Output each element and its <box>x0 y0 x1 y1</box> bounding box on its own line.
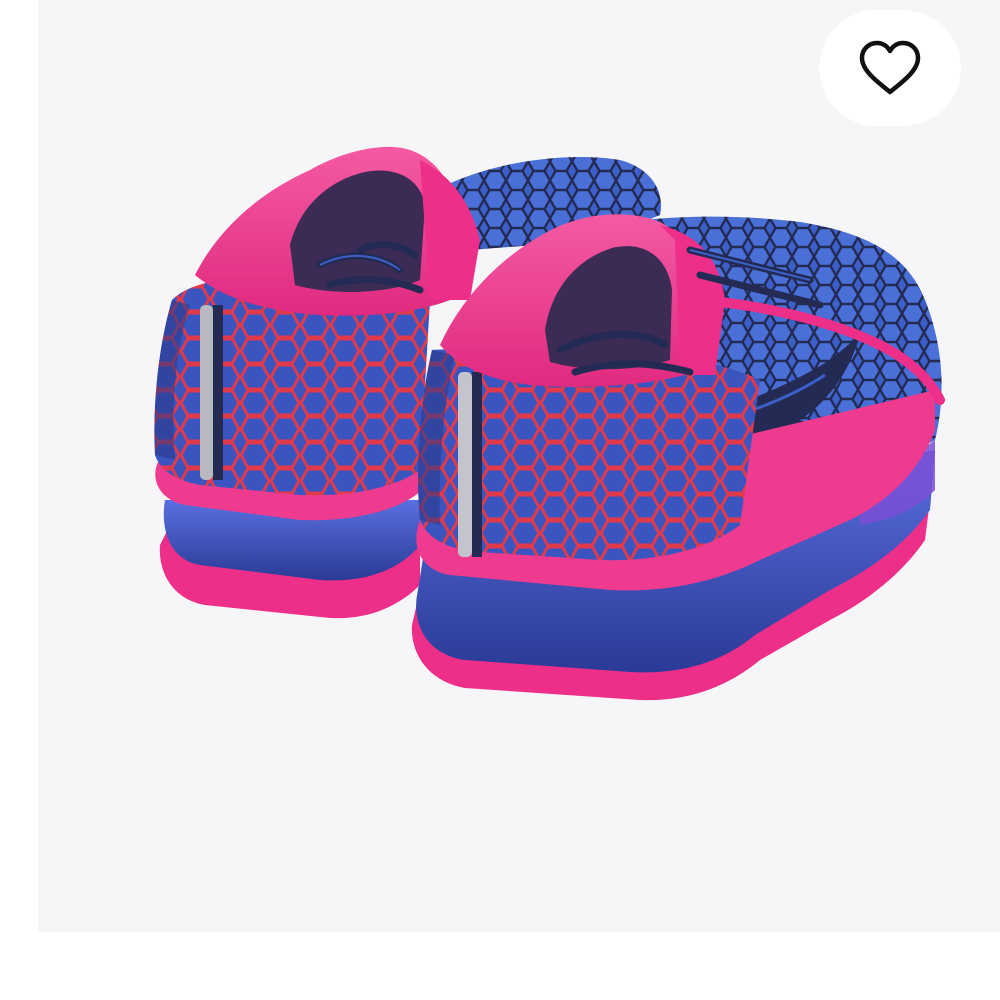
product-image-viewer <box>0 0 1000 1000</box>
product-photo[interactable] <box>38 0 1000 932</box>
right-shoe-drawing <box>411 214 945 701</box>
heart-outline-icon <box>858 40 922 96</box>
favorite-button[interactable] <box>819 10 961 126</box>
